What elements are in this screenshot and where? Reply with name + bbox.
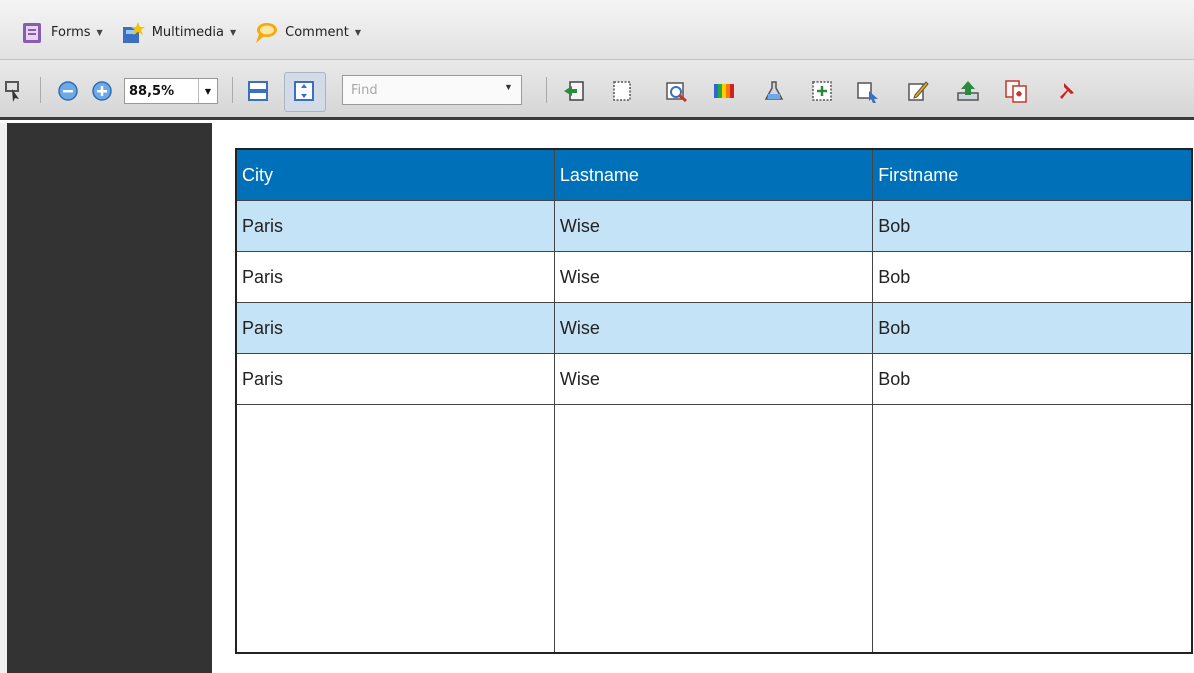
- forms-icon: [23, 22, 41, 43]
- table-cell: Wise: [553, 200, 874, 252]
- data-table: City Lastname Firstname Paris Wise Bob P…: [235, 148, 1193, 654]
- fit-page-icon[interactable]: [292, 79, 316, 103]
- select-object-icon[interactable]: [4, 79, 24, 103]
- navigation-panel: [7, 123, 212, 673]
- table-cell: Wise: [553, 353, 874, 405]
- ink-icon[interactable]: [762, 79, 786, 103]
- column-header-city: City: [235, 148, 555, 201]
- find-input[interactable]: [342, 75, 522, 105]
- document-page: City Lastname Firstname Paris Wise Bob P…: [213, 123, 1194, 673]
- table-cell: Paris: [235, 251, 555, 303]
- pdf-convert-icon[interactable]: [1004, 79, 1028, 103]
- comment-icon: [256, 22, 278, 43]
- toolbar-divider: [40, 77, 41, 103]
- chevron-down-icon: ▼: [354, 28, 361, 37]
- table-cell: Paris: [235, 353, 555, 405]
- table-cell: Bob: [872, 200, 1193, 252]
- table-cell: Bob: [872, 302, 1193, 354]
- fit-width-icon[interactable]: [246, 79, 270, 103]
- table-cell: [872, 404, 1193, 654]
- touch-up-object-icon[interactable]: [856, 79, 880, 103]
- comment-menu-label: Comment: [285, 25, 349, 40]
- table-row: Paris Wise Bob: [235, 302, 1193, 354]
- forms-menu-label: Forms: [51, 25, 91, 40]
- empty-table-row: [235, 404, 1193, 654]
- upload-icon[interactable]: [956, 79, 980, 103]
- multimedia-icon: [122, 21, 145, 43]
- toolbar-divider: [232, 77, 233, 103]
- multimedia-menu-button[interactable]: Multimedia ▼: [121, 21, 236, 45]
- table-cell: Wise: [553, 302, 874, 354]
- export-icon[interactable]: [562, 79, 586, 103]
- zoom-out-icon[interactable]: [56, 79, 80, 103]
- crop-icon[interactable]: [610, 79, 634, 103]
- window-edge: [0, 123, 7, 673]
- column-header-firstname: Firstname: [872, 148, 1193, 201]
- zoom-in-icon[interactable]: [90, 79, 114, 103]
- chevron-down-icon: ▼: [229, 28, 237, 37]
- edit-icon[interactable]: [906, 79, 930, 103]
- table-row: Paris Wise Bob: [235, 353, 1193, 405]
- view-toolbar: 88,5% ▼ ▼: [0, 60, 1194, 120]
- pin-icon[interactable]: [1056, 79, 1080, 103]
- preflight-icon[interactable]: [664, 79, 688, 103]
- chevron-down-icon: ▼: [96, 28, 103, 37]
- forms-menu-button[interactable]: Forms ▼: [20, 21, 103, 45]
- table-row: Paris Wise Bob: [235, 200, 1193, 252]
- table-row: Paris Wise Bob: [235, 251, 1193, 303]
- table-header-row: City Lastname Firstname: [235, 148, 1193, 201]
- add-field-icon[interactable]: [810, 79, 834, 103]
- toolbar-divider: [546, 77, 547, 103]
- chevron-down-icon[interactable]: ▼: [504, 82, 513, 92]
- table-cell: Bob: [872, 353, 1193, 405]
- color-bars-icon[interactable]: [712, 79, 736, 103]
- table-cell: Wise: [553, 251, 874, 303]
- multimedia-menu-label: Multimedia: [151, 25, 224, 40]
- table-cell: Bob: [872, 251, 1193, 303]
- column-header-lastname: Lastname: [553, 148, 874, 201]
- table-cell: [553, 404, 874, 654]
- chevron-down-icon: ▼: [198, 79, 217, 103]
- top-toolbar: Forms ▼ Multimedia ▼ Comment ▼: [0, 0, 1194, 60]
- zoom-level-value: 88,5%: [129, 83, 175, 99]
- table-cell: [235, 404, 555, 654]
- zoom-level-select[interactable]: 88,5% ▼: [124, 78, 218, 104]
- table-cell: Paris: [235, 200, 555, 252]
- comment-menu-button[interactable]: Comment ▼: [254, 21, 361, 45]
- table-cell: Paris: [235, 302, 555, 354]
